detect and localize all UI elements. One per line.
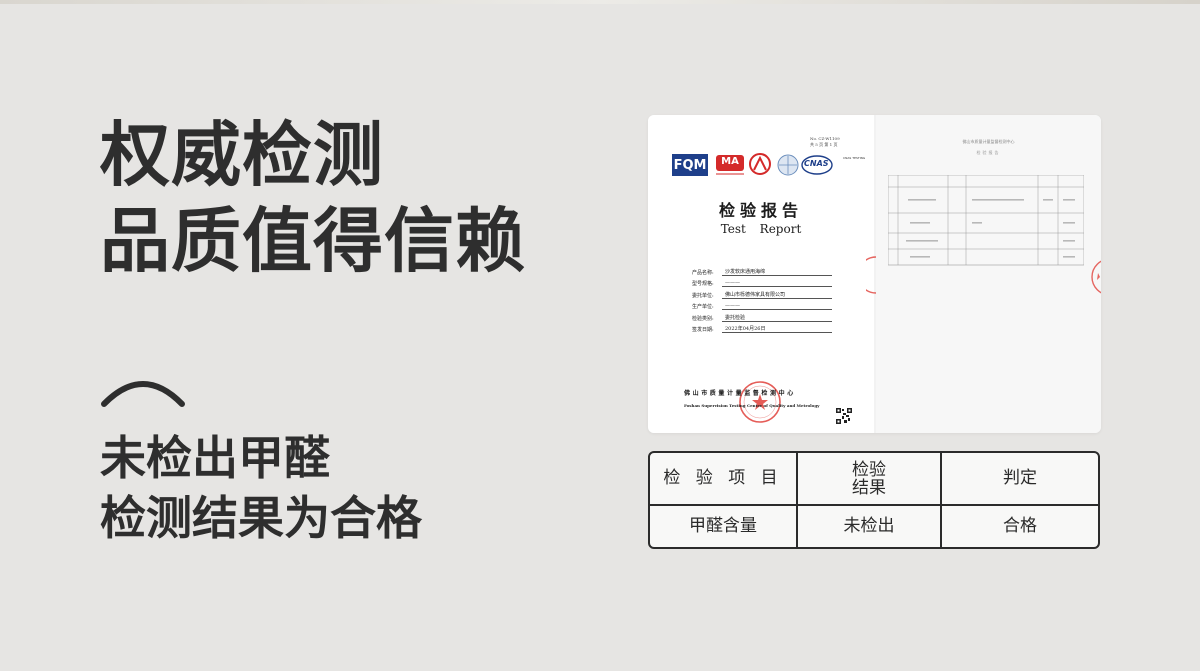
header-test-item: 检 验 项 目	[650, 453, 798, 506]
result-page-table	[888, 175, 1084, 266]
cell-test-result: 未检出	[798, 506, 942, 547]
result-summary: 未检出甲醛 检测结果为合格	[100, 428, 422, 548]
report-field: 检验类别: 委托检验	[692, 310, 832, 322]
cover-edge-seal	[866, 256, 876, 294]
formaldehyde-result-table: 检 验 项 目 检验 结果 判定 甲醛含量 未检出 合格	[648, 451, 1100, 549]
header-test-result: 检验 结果	[798, 453, 942, 506]
result-page-title: 佛山市质量计量监督检测中心	[962, 139, 1015, 144]
headline-line-1: 权威检测	[100, 114, 384, 196]
test-report-image: No. CZ-W1109 共 5 页 第 1 页 FQM MA CNAS CNA…	[648, 115, 1101, 433]
headline: 权威检测 品质值得信赖	[100, 112, 526, 284]
official-seal	[739, 381, 781, 423]
result-line-2: 检测结果为合格	[100, 491, 422, 545]
report-field: 生产单位: ———	[692, 299, 832, 310]
report-field: 型号规格: ———	[692, 276, 832, 287]
report-field: 产品名称: 沙发软床通用海绵	[692, 264, 832, 276]
report-cover-page: No. CZ-W1109 共 5 页 第 1 页 FQM MA CNAS CNA…	[648, 115, 874, 433]
edge-seal	[1091, 260, 1101, 294]
report-field: 委托单位: 佛山市栎德伟家具有限公司	[692, 287, 832, 299]
report-fields: 产品名称: 沙发软床通用海绵 型号规格: ——— 委托单位: 佛山市栎德伟家具有…	[692, 264, 832, 333]
report-result-page: 佛山市质量计量监督检测中心 检验报告	[876, 115, 1101, 433]
report-number: No. CZ-W1109 共 5 页 第 1 页	[810, 136, 840, 147]
institute-name-cn: 佛山市质量计量监督检测中心	[684, 390, 796, 397]
top-decor-strip	[0, 0, 1200, 4]
qr-code	[836, 408, 852, 424]
report-title-en: Test Report	[720, 222, 802, 236]
certification-logos: FQM MA CNAS CNAS TESTING	[670, 153, 865, 179]
report-title-cn: 检验报告	[718, 201, 803, 220]
report-field: 签发日期: 2022年04月26日	[692, 322, 832, 333]
result-line-1: 未检出甲醛	[100, 431, 330, 485]
institute-name-en: Foshan Supervision Testing Center of Qua…	[684, 403, 820, 408]
header-judgement: 判定	[942, 453, 1098, 506]
cell-test-item: 甲醛含量	[650, 506, 798, 547]
headline-line-2: 品质值得信赖	[100, 200, 526, 282]
result-page-subtitle: 检验报告	[976, 150, 1001, 155]
chevron-up-icon	[101, 381, 185, 407]
cell-judgement: 合格	[1003, 516, 1037, 536]
